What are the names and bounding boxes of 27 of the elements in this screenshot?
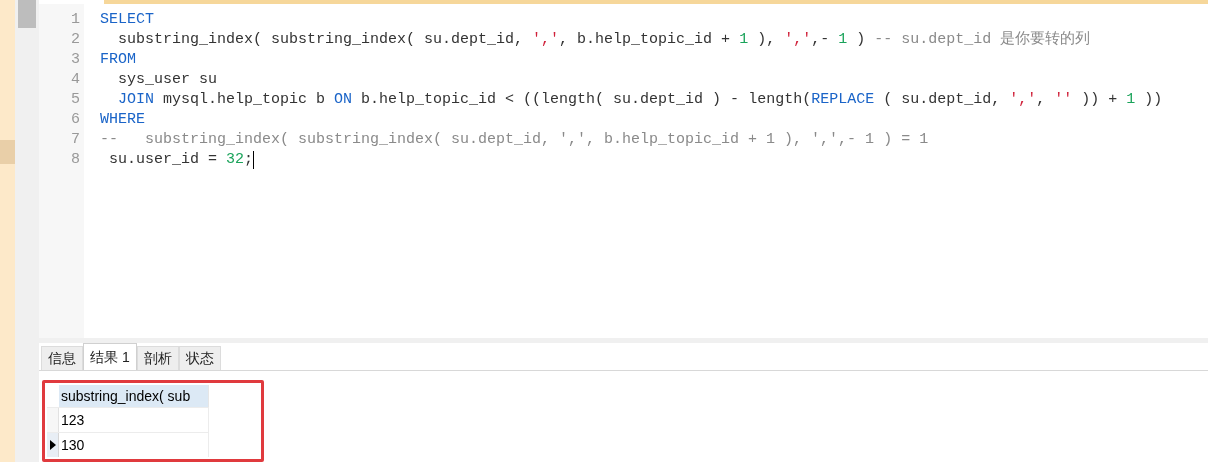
tab[interactable]: 状态 bbox=[178, 346, 221, 370]
line-number: 4 bbox=[71, 70, 80, 90]
code-line: FROM bbox=[100, 50, 136, 70]
code-line: JOIN mysql.help_topic b ON b.help_topic_id < ((length( su.dept_id ) - length(REPLACE ( su.dept_id, ',', '' )) + 1 )) bbox=[117, 90, 1163, 110]
line-number: 5 bbox=[71, 90, 80, 110]
code-line: sys_user su bbox=[117, 70, 218, 90]
table-cell: 130 bbox=[59, 433, 209, 457]
line-number: 1 bbox=[71, 10, 80, 30]
line-number: 3 bbox=[71, 50, 80, 70]
line-number: 2 bbox=[71, 30, 80, 50]
line-number: 8 bbox=[71, 150, 80, 170]
scrollbar-thumb[interactable] bbox=[18, 0, 36, 28]
table-cell: 123 bbox=[59, 408, 209, 432]
tab[interactable]: 剖析 bbox=[136, 346, 179, 370]
column-header[interactable]: substring_index( sub bbox=[59, 385, 209, 407]
code-line: substring_index( substring_index( su.dept_id, ',', b.help_topic_id + 1 ), ',',- 1 ) -- su.dept_id 是你要转的列 bbox=[117, 30, 1091, 50]
code-line: SELECT bbox=[100, 10, 154, 30]
row-pointer-icon bbox=[49, 440, 56, 450]
line-number: 6 bbox=[71, 110, 80, 130]
tab[interactable]: 信息 bbox=[41, 346, 83, 370]
code-line: -- substring_index( substring_index( su.dept_id, ',', b.help_topic_id + 1 ), ',',- 1 ) = 1 bbox=[100, 130, 929, 150]
scrollbar[interactable] bbox=[15, 0, 39, 462]
line-number: 7 bbox=[71, 130, 80, 150]
tab[interactable]: 结果 1 bbox=[83, 343, 137, 370]
code-line: su.user_id = 32; bbox=[108, 150, 254, 170]
code-line: WHERE bbox=[100, 110, 145, 130]
row-header[interactable] bbox=[47, 433, 59, 457]
